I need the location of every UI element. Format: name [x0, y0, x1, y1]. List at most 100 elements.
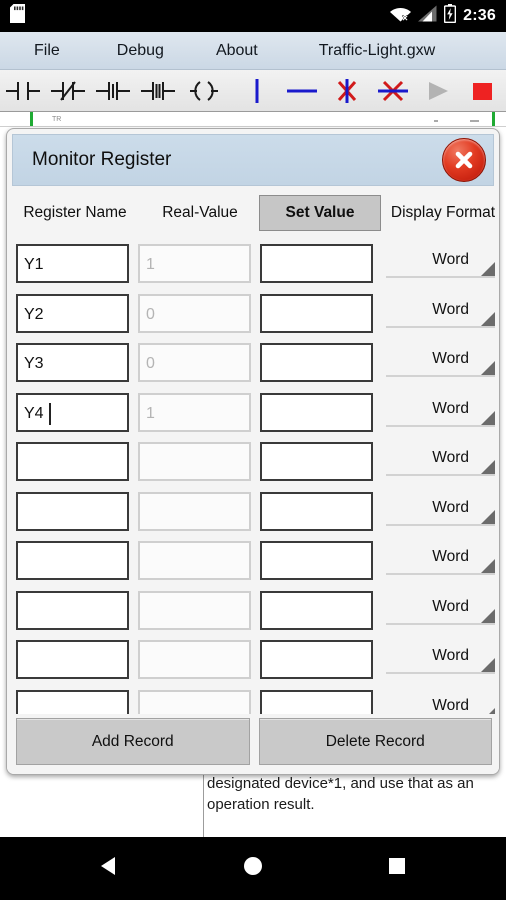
android-nav-bar: [0, 837, 506, 900]
chevron-down-icon[interactable]: [481, 311, 495, 326]
register-name-input[interactable]: [16, 689, 129, 714]
set-value-text: [262, 345, 371, 353]
coil-icon[interactable]: [181, 71, 226, 111]
register-rows-list[interactable]: Y1 1 Word Y2 0 Word Y3 0 Word Y4 1 Word Word Word Word…: [7, 239, 499, 714]
set-value-input[interactable]: [260, 590, 373, 630]
vertical-line-icon[interactable]: [234, 71, 279, 111]
dropdown-underline: [386, 276, 495, 278]
display-format-dropdown[interactable]: Word: [384, 643, 497, 677]
dropdown-underline: [386, 622, 495, 625]
register-name-input[interactable]: Y1: [16, 244, 129, 283]
set-value-input[interactable]: [260, 244, 373, 283]
stop-icon[interactable]: [461, 71, 506, 111]
dropdown-underline: [386, 672, 495, 674]
dropdown-underline: [386, 424, 495, 427]
table-row: Word: [7, 437, 499, 487]
monitor-register-dialog: Monitor Register Register Name Real-Valu…: [6, 128, 500, 775]
set-value-text: [262, 593, 371, 601]
display-format-dropdown[interactable]: Word: [384, 346, 497, 380]
set-value-input[interactable]: [260, 541, 373, 580]
table-row: Y1 1 Word: [7, 239, 499, 289]
menu-about[interactable]: About: [210, 42, 264, 60]
display-format-value: Word: [432, 300, 469, 318]
display-format-dropdown[interactable]: Word: [384, 495, 497, 529]
close-icon[interactable]: [442, 138, 486, 182]
register-name-value: [18, 543, 127, 551]
home-circle-icon[interactable]: [240, 853, 266, 884]
no-contact-icon[interactable]: [0, 71, 45, 111]
chevron-down-icon[interactable]: [481, 559, 495, 573]
column-header-display-format: Display Format: [390, 204, 496, 221]
back-triangle-icon[interactable]: [96, 853, 122, 884]
display-format-dropdown[interactable]: Word: [384, 247, 497, 281]
register-name-value: [18, 444, 127, 452]
chevron-down-icon[interactable]: [481, 509, 495, 524]
register-name-input[interactable]: Y2: [16, 293, 129, 333]
sdcard-icon: [10, 4, 25, 28]
app-menu-bar: File Debug About Traffic-Light.gxw: [0, 32, 506, 70]
close-x-glyph: [455, 151, 473, 169]
table-row: Word: [7, 685, 499, 714]
menu-debug[interactable]: Debug: [111, 42, 170, 60]
display-format-dropdown[interactable]: Word: [384, 544, 497, 578]
status-clock: 2:36: [463, 7, 496, 24]
display-format-dropdown[interactable]: Word: [384, 297, 497, 331]
register-name-input[interactable]: [16, 541, 129, 580]
chevron-down-icon[interactable]: [481, 361, 495, 375]
display-format-value: Word: [432, 251, 469, 268]
set-value-text: [262, 296, 371, 304]
register-name-value: Y1: [24, 256, 44, 273]
set-value-input[interactable]: [260, 343, 373, 382]
rising-pulse-icon[interactable]: [91, 71, 136, 111]
set-value-input[interactable]: [260, 392, 373, 432]
chevron-down-icon[interactable]: [481, 262, 495, 276]
canvas-tick-label: TR: [52, 116, 62, 123]
recents-square-icon[interactable]: [384, 853, 410, 884]
delete-horizontal-icon[interactable]: [370, 71, 415, 111]
delete-vertical-icon[interactable]: [325, 71, 370, 111]
run-icon[interactable]: [415, 71, 460, 111]
register-name-input[interactable]: [16, 590, 129, 630]
set-value-input[interactable]: [260, 442, 373, 481]
register-name-value: [18, 692, 127, 700]
android-status-bar: 2:36: [0, 0, 506, 32]
register-name-input[interactable]: [16, 442, 129, 481]
column-header-row: Register Name Real-Value Set Value Displ…: [7, 192, 499, 234]
chevron-down-icon[interactable]: [481, 608, 495, 623]
set-value-button[interactable]: Set Value: [259, 195, 381, 231]
register-name-input[interactable]: [16, 491, 129, 531]
set-value-text: [262, 444, 371, 452]
display-format-value: Word: [432, 647, 469, 664]
register-name-input[interactable]: Y4: [16, 392, 129, 432]
add-record-button[interactable]: Add Record: [16, 718, 250, 765]
menu-file[interactable]: File: [28, 42, 66, 60]
display-format-value: Word: [432, 597, 469, 615]
register-name-input[interactable]: [16, 640, 129, 679]
register-name-input[interactable]: Y3: [16, 343, 129, 382]
set-value-input[interactable]: [260, 689, 373, 714]
document-title: Traffic-Light.gxw: [318, 41, 436, 59]
dropdown-underline: [386, 474, 495, 476]
register-name-value: Y3: [24, 355, 44, 372]
ladder-left-rail: [30, 112, 33, 126]
dialog-title-bar: Monitor Register: [12, 134, 494, 186]
dropdown-underline: [386, 523, 495, 526]
falling-pulse-icon[interactable]: [136, 71, 181, 111]
set-value-input[interactable]: [260, 491, 373, 531]
display-format-dropdown[interactable]: Word: [384, 445, 497, 479]
set-value-input[interactable]: [260, 640, 373, 679]
dialog-title: Monitor Register: [32, 149, 172, 170]
table-row: Y3 0 Word: [7, 338, 499, 388]
display-format-dropdown[interactable]: Word: [384, 396, 497, 430]
delete-record-button[interactable]: Delete Record: [258, 718, 492, 765]
table-row: Word: [7, 635, 499, 685]
chevron-down-icon[interactable]: [481, 658, 495, 672]
display-format-value: Word: [432, 696, 469, 714]
horizontal-line-icon[interactable]: [280, 71, 325, 111]
nc-contact-icon[interactable]: [45, 71, 90, 111]
display-format-dropdown[interactable]: Word: [384, 693, 497, 714]
display-format-dropdown[interactable]: Word: [384, 594, 497, 628]
set-value-input[interactable]: [260, 293, 373, 333]
chevron-down-icon[interactable]: [481, 410, 495, 425]
chevron-down-icon[interactable]: [481, 460, 495, 474]
